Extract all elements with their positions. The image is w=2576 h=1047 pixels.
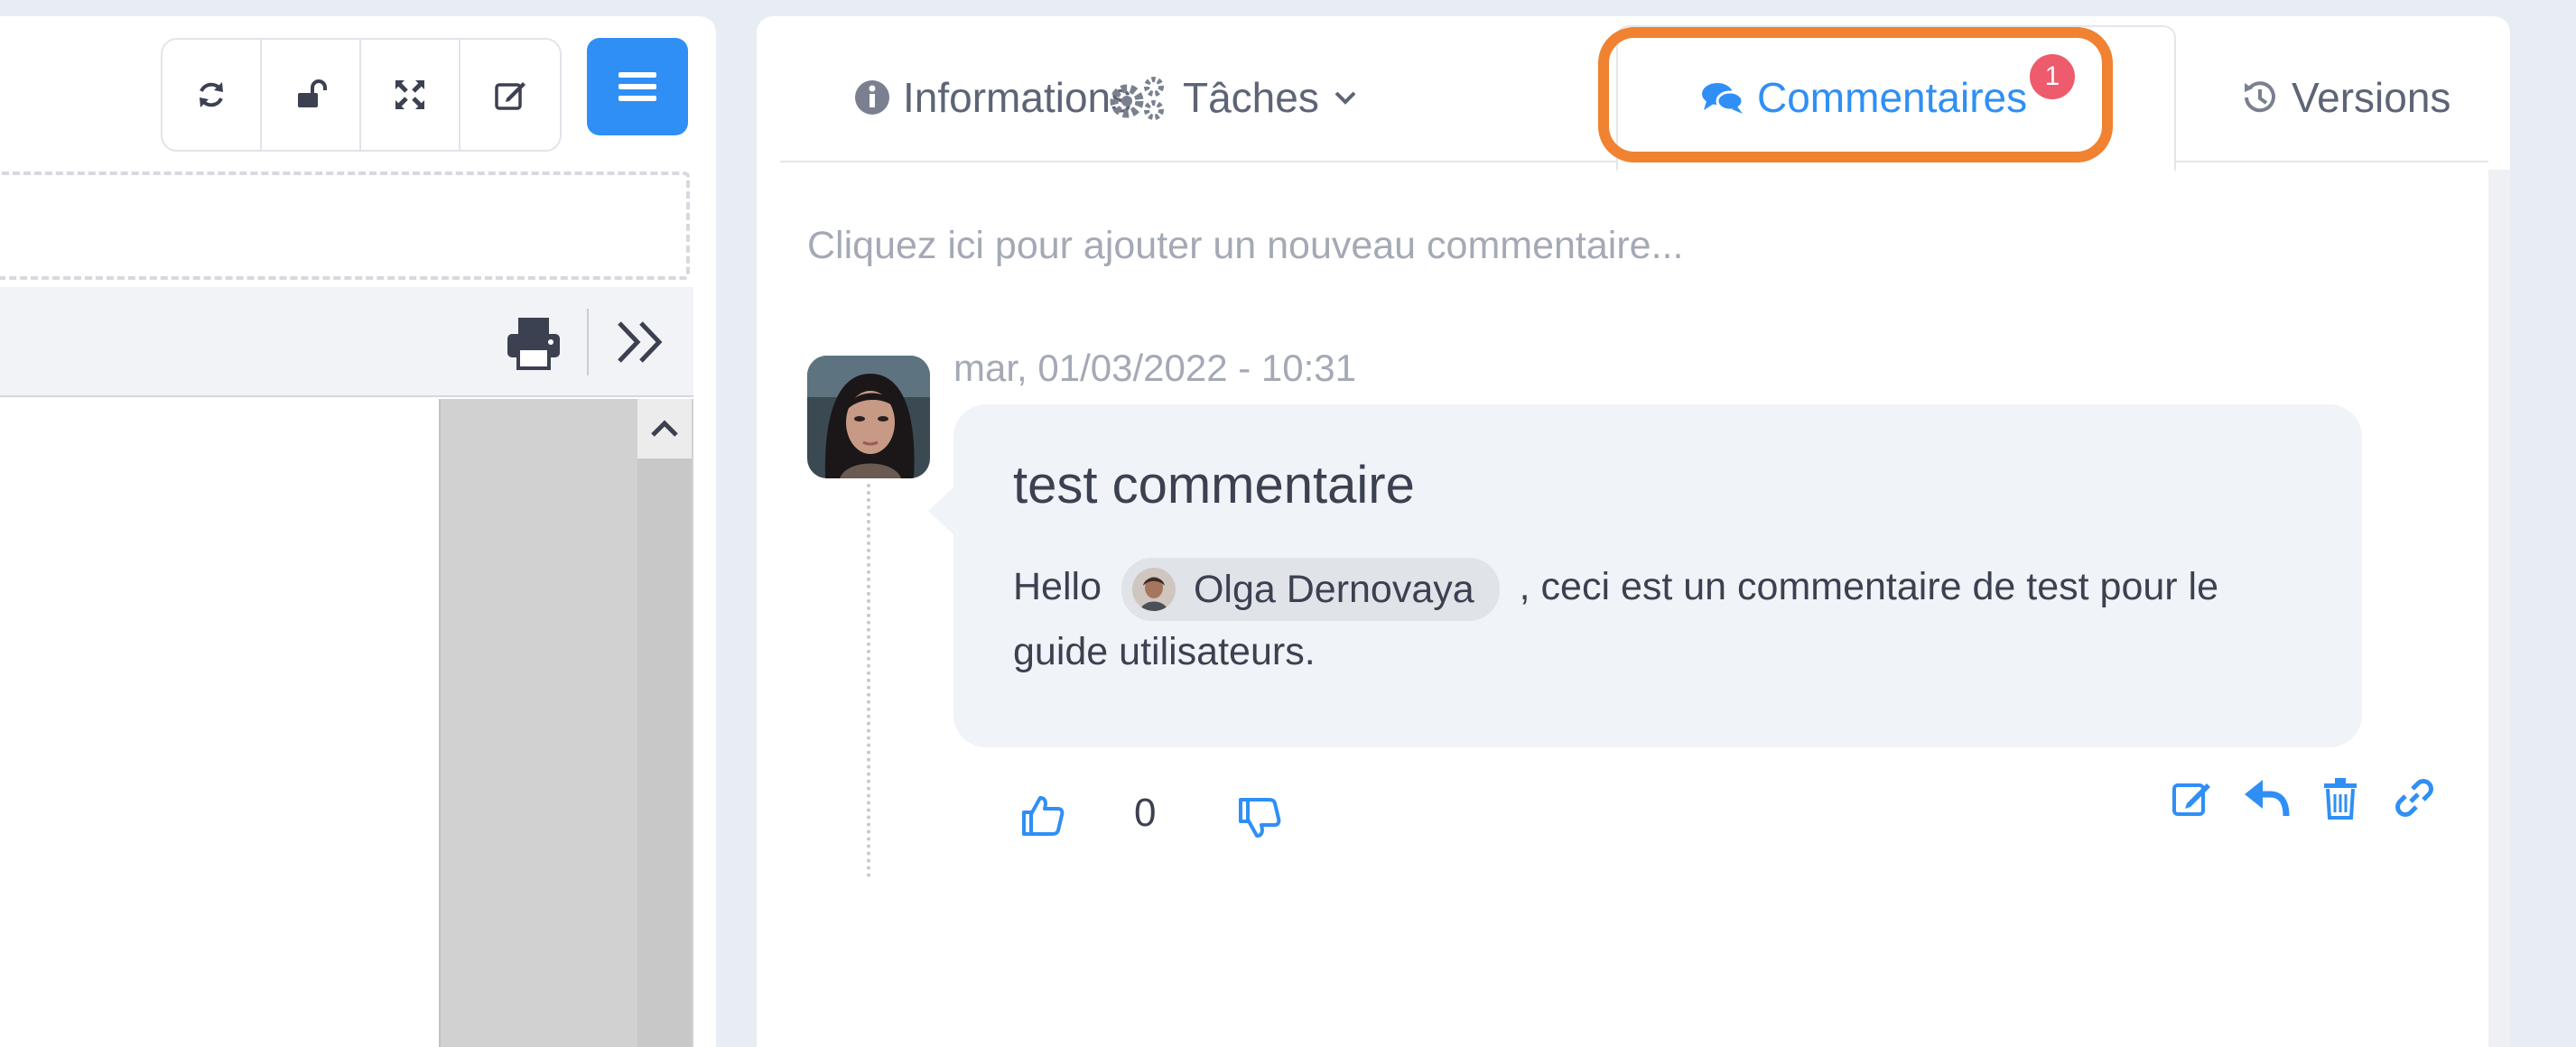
toolbar-divider (587, 309, 589, 375)
expand-right-icon[interactable] (614, 318, 668, 366)
scroll-up-button[interactable] (637, 399, 692, 459)
document-viewer (0, 399, 693, 1047)
reply-button[interactable] (2243, 774, 2290, 821)
delete-button[interactable] (2317, 774, 2364, 821)
document-panel (0, 16, 716, 1047)
reply-icon (2245, 780, 2290, 817)
cogs-icon (1110, 77, 1164, 120)
unlock-icon (298, 79, 327, 107)
unlock-button[interactable] (262, 40, 361, 150)
refresh-icon (200, 82, 223, 107)
tab-label: Tâches (1183, 74, 1319, 121)
hamburger-menu-icon (618, 72, 656, 101)
history-icon (2245, 81, 2275, 113)
add-comment-input[interactable]: Cliquez ici pour ajouter un nouveau comm… (807, 224, 1683, 268)
thumbs-up-icon[interactable] (1018, 792, 1065, 839)
comment-actions (2169, 774, 2438, 821)
comment-text-start: Hello (1013, 565, 1102, 608)
menu-button[interactable] (587, 38, 688, 135)
highlight-annotation (1598, 27, 2113, 162)
avatar-photo (807, 356, 930, 478)
comment-title: test commentaire (1013, 456, 1415, 514)
comment-date: mar, 01/03/2022 - 10:31 (953, 347, 1356, 389)
print-icon[interactable] (504, 316, 563, 370)
info-circle-icon (855, 80, 889, 115)
bubble-tail (928, 486, 955, 536)
user-mention[interactable]: Olga Dernovaya (1121, 557, 1500, 621)
viewer-toolbar (0, 287, 693, 397)
vote-count: 0 (1134, 791, 1157, 835)
mention-name: Olga Dernovaya (1193, 567, 1474, 611)
details-panel: Informations Tâches Commentaires Version… (757, 16, 2510, 1047)
link-icon (2395, 779, 2433, 817)
avatar[interactable] (807, 356, 930, 478)
mention-avatar (1131, 567, 1176, 611)
edit-comment-button[interactable] (2169, 774, 2216, 821)
drop-zone[interactable] (0, 171, 690, 280)
notification-badge: 1 (2030, 54, 2075, 99)
document-toolbar-group (161, 38, 562, 152)
tab-versions[interactable]: Versions (2239, 69, 2450, 126)
tab-informations[interactable]: Informations (854, 69, 1131, 126)
refresh-button[interactable] (163, 40, 262, 150)
thread-line (867, 484, 870, 877)
viewer-scrollbar[interactable] (637, 399, 692, 1047)
chevron-up-icon (651, 420, 678, 437)
edit-button[interactable] (460, 40, 560, 150)
chevron-down-icon (1334, 91, 1356, 105)
comment-bubble: test commentaire Hello Olga Dernovaya , … (928, 404, 2362, 747)
permalink-button[interactable] (2391, 774, 2438, 821)
thumbs-down-icon[interactable] (1235, 794, 1282, 841)
fullscreen-icon (395, 80, 424, 109)
edit-icon (2172, 783, 2210, 816)
edit-icon (495, 82, 525, 110)
tab-label: Informations (903, 74, 1132, 121)
panel-scrollbar[interactable] (2488, 170, 2510, 1047)
trash-icon (2324, 778, 2357, 820)
fullscreen-button[interactable] (361, 40, 460, 150)
comment-body: Hello Olga Dernovaya , ceci est un comme… (1013, 556, 2313, 682)
tab-taches[interactable]: Tâches (1107, 69, 1357, 126)
document-page (0, 399, 441, 1047)
tab-label: Versions (2292, 74, 2451, 121)
